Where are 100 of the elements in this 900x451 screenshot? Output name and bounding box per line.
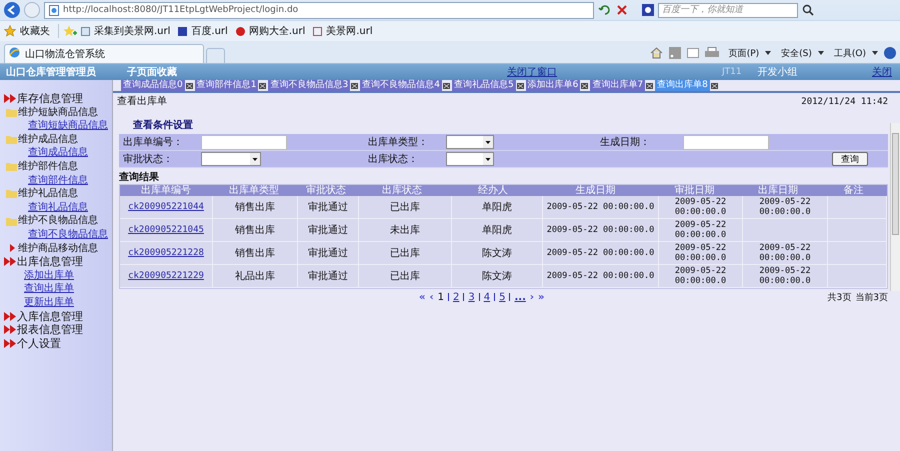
double-arrow-icon: [4, 94, 16, 104]
input-field[interactable]: [201, 134, 287, 150]
sidebar-section[interactable]: 个人设置: [17, 336, 61, 350]
sidebar-section[interactable]: 出库信息管理: [17, 255, 83, 269]
page-tab[interactable]: 查询不良物品信息3: [268, 80, 350, 91]
order-link[interactable]: ck200905221045: [128, 225, 204, 235]
table-cell: 2009-05-22 00:00:00.0: [546, 271, 654, 281]
sidebar-folder[interactable]: 维护部件信息: [18, 160, 78, 174]
page-link[interactable]: 5: [499, 292, 506, 302]
caret-icon[interactable]: [818, 51, 824, 55]
table-cell-text: 销售出库: [235, 246, 275, 260]
star-icon[interactable]: [4, 25, 16, 37]
caret-icon[interactable]: [765, 51, 772, 55]
back-button[interactable]: [4, 2, 20, 18]
sidebar-link[interactable]: 添加出库单: [24, 270, 74, 281]
column-header: 审批状态: [305, 185, 347, 196]
table-cell-text: 陈文涛: [482, 270, 512, 283]
next-page-link[interactable]: ›: [530, 292, 534, 302]
previous-page-link[interactable]: ‹: [429, 292, 434, 302]
favorites-button[interactable]: 收藏夹: [20, 24, 59, 38]
favorite-link[interactable]: 百度.url: [191, 24, 228, 38]
close-all-link[interactable]: 关闭了窗口: [507, 65, 722, 79]
sidebar-link[interactable]: 查询礼品信息: [28, 202, 88, 213]
double-arrow-icon: [4, 338, 16, 348]
table-cell-text: 陈文涛: [482, 246, 512, 260]
table-cell: 2009-05-22 00:00:00.0: [546, 202, 654, 212]
page-tab[interactable]: 查询礼品信息5: [452, 80, 516, 91]
order-link[interactable]: ck200905221044: [128, 202, 204, 212]
page-link[interactable]: 1: [438, 292, 444, 302]
sidebar-folder[interactable]: 维护不良物品信息: [18, 214, 98, 228]
scrollbar[interactable]: [890, 123, 900, 291]
browser-tab[interactable]: 山口物流仓管系统: [4, 44, 204, 63]
double-arrow-icon: [4, 312, 16, 321]
user-title: 山口仓库管理管理员: [6, 67, 96, 78]
search-icon[interactable]: [802, 4, 814, 16]
folder-icon: [6, 135, 17, 144]
field-label: 出库单编号：: [123, 136, 183, 149]
column-header: 生成日期: [574, 185, 616, 196]
page-link[interactable]: 3: [468, 292, 475, 302]
page-tab[interactable]: 添加出库单6: [526, 80, 580, 91]
toolbar-menu[interactable]: 安全(S): [781, 46, 812, 60]
sidebar-link[interactable]: 查询成品信息: [28, 147, 88, 158]
table-cell-text: 单阳虎: [482, 200, 512, 214]
favorite-link[interactable]: 采集到美景网.url: [94, 24, 170, 38]
order-link[interactable]: ck200905221228: [128, 248, 204, 258]
last-page-link[interactable]: »: [538, 292, 544, 302]
site-icon: [313, 26, 322, 36]
page-icon: [49, 4, 59, 16]
page-tab[interactable]: 查询出库单7: [590, 80, 646, 91]
page-tab[interactable]: 查询部件信息1: [194, 80, 258, 91]
column-header: 经办人: [477, 185, 509, 196]
sidebar-folder[interactable]: 维护成品信息: [18, 132, 78, 146]
input-field[interactable]: [683, 134, 769, 150]
column-header: 出库状态: [381, 185, 423, 196]
home-icon[interactable]: [650, 47, 663, 59]
sidebar-folder[interactable]: 维护礼品信息: [18, 187, 78, 201]
column-header: 出库单编号: [140, 185, 192, 196]
page-tab[interactable]: 查询成品信息0: [121, 80, 185, 91]
toolbar-menu[interactable]: 工具(O): [834, 46, 866, 60]
refresh-icon[interactable]: [598, 3, 612, 17]
sidebar-section[interactable]: 库存信息管理: [17, 92, 83, 106]
sidebar-link[interactable]: 查询不良物品信息: [28, 228, 108, 240]
table-cell: 2009-05-22 00:00:00.0: [674, 220, 726, 240]
query-button[interactable]: 查询: [832, 152, 868, 166]
sidebar-section[interactable]: 报表信息管理: [17, 323, 83, 337]
toolbar-menu[interactable]: 页面(P): [728, 46, 760, 60]
caret-icon[interactable]: [872, 51, 878, 55]
print-icon[interactable]: [704, 47, 719, 59]
site-icon: [81, 26, 90, 36]
folder-icon: [6, 216, 17, 226]
table-cell-text: 礼品出库: [235, 270, 275, 283]
more-pages-link[interactable]: ...: [514, 292, 526, 302]
column-header: 出库日期: [757, 185, 799, 196]
sidebar-link[interactable]: 更新出库单: [24, 296, 74, 308]
add-favorite-icon[interactable]: [63, 25, 77, 37]
address-field[interactable]: http://localhost:8080/JT11EtpLgtWebProject/login.do: [44, 2, 594, 18]
close-icon[interactable]: [616, 4, 628, 16]
favorite-link[interactable]: 美景网.url: [326, 24, 373, 38]
table-cell-text: 单阳虎: [482, 224, 512, 237]
close-link[interactable]: 关闭: [872, 65, 892, 79]
table-cell-text: 已出库: [390, 246, 420, 260]
favorite-link[interactable]: 网购大全.url: [248, 24, 306, 38]
sidebar-item[interactable]: 维护商品移动信息: [18, 242, 98, 256]
column-header: 出库单类型: [228, 185, 280, 196]
sidebar-link[interactable]: 查询出库单: [24, 283, 74, 294]
page-link[interactable]: 2: [452, 292, 460, 302]
sidebar-link[interactable]: 查询部件信息: [28, 174, 88, 186]
order-link[interactable]: ck200905221229: [128, 271, 204, 281]
search-field[interactable]: 百度一下，你就知道: [658, 2, 798, 18]
sidebar-link[interactable]: 查询短缺商品信息: [28, 120, 108, 132]
column-header: 备注: [842, 185, 864, 196]
sidebar-section[interactable]: 入库信息管理: [17, 310, 83, 324]
table-cell: 2009-05-22 00:00:00.0: [674, 266, 726, 286]
page-link[interactable]: 4: [484, 292, 490, 302]
first-page-link[interactable]: «: [419, 292, 426, 302]
double-arrow-icon: [4, 257, 16, 266]
page-tab[interactable]: 查询不良物品信息4: [360, 80, 442, 91]
table-cell: 2009-05-22 00:00:00.0: [759, 197, 811, 217]
table-cell-text: 销售出库: [235, 200, 275, 214]
sidebar-folder[interactable]: 维护短缺商品信息: [18, 106, 98, 120]
